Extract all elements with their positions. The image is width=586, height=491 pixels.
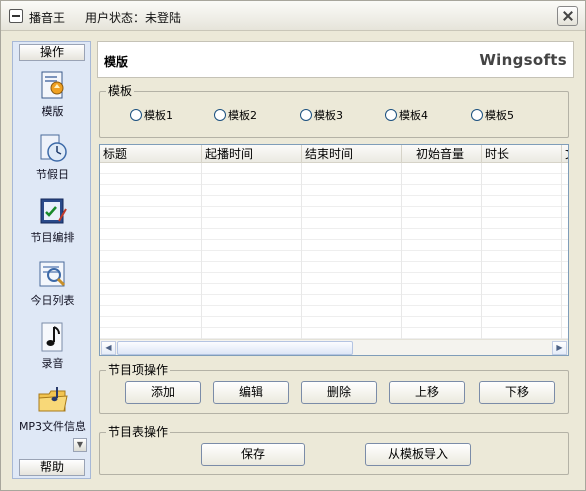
radio-label: 模板1: [144, 109, 173, 122]
column-divider: [201, 163, 202, 339]
holiday-clock-icon: [40, 134, 67, 162]
sidebar-item-template[interactable]: 模版: [13, 69, 92, 129]
horizontal-scrollbar[interactable]: ◀ ▶: [100, 339, 568, 355]
operations-header-button[interactable]: 操作: [19, 44, 85, 61]
sidebar-item-label: 节假日: [36, 168, 69, 181]
table-body[interactable]: [100, 163, 568, 339]
sidebar-item-mp3-info[interactable]: MP3文件信息: [13, 384, 92, 444]
move-down-button[interactable]: 下移: [479, 381, 555, 404]
column-divider: [401, 163, 402, 339]
schedule-edit-icon: [40, 198, 67, 224]
title-bar[interactable]: 播音王 用户状态：未登陆: [1, 1, 585, 31]
radio-icon: [130, 109, 142, 121]
group-title: 模板: [106, 84, 135, 98]
edit-button[interactable]: 编辑: [213, 381, 289, 404]
template-icon: [41, 71, 64, 99]
sidebar-item-label: 节目编排: [30, 231, 75, 244]
move-up-button[interactable]: 上移: [389, 381, 465, 404]
sidebar-item-label: 今日列表: [30, 294, 75, 307]
save-button[interactable]: 保存: [201, 443, 305, 466]
app-title: 播音王: [29, 11, 66, 25]
radio-icon: [471, 109, 483, 121]
user-status: 用户状态：未登陆: [85, 11, 182, 25]
column-header-initial-volume[interactable]: 初始音量: [402, 145, 482, 163]
scroll-right-icon[interactable]: ▶: [552, 341, 567, 355]
column-divider: [301, 163, 302, 339]
column-divider: [481, 163, 482, 339]
column-header-file[interactable]: 文: [562, 145, 568, 163]
add-button[interactable]: 添加: [125, 381, 201, 404]
template-radio-5[interactable]: 模板5: [471, 109, 514, 123]
sidebar-item-holiday[interactable]: 节假日: [13, 132, 92, 192]
column-header-end-time[interactable]: 结束时间: [302, 145, 402, 163]
list-operations-group: 节目表操作 保存 从模板导入: [99, 425, 569, 475]
sidebar-item-record[interactable]: 录音: [13, 321, 92, 381]
sidebar-item-label: MP3文件信息: [18, 420, 87, 433]
table-header: 标题 起播时间 结束时间 初始音量 时长 文: [100, 145, 568, 163]
brand-logo: Wingsofts: [479, 51, 567, 69]
program-table[interactable]: 标题 起播时间 结束时间 初始音量 时长 文 ◀ ▶: [99, 144, 569, 356]
radio-icon: [385, 109, 397, 121]
delete-button[interactable]: 删除: [301, 381, 377, 404]
template-radio-2[interactable]: 模板2: [214, 109, 257, 123]
radio-label: 模板2: [228, 109, 257, 122]
help-header-button[interactable]: 帮助: [19, 459, 85, 476]
main-window: 播音王 用户状态：未登陆 操作 模版 节假日 节目编排 今日列表 录音 MP3文…: [0, 0, 586, 491]
group-title: 节目表操作: [106, 425, 171, 439]
scroll-left-icon[interactable]: ◀: [101, 341, 116, 355]
template-radio-4[interactable]: 模板4: [385, 109, 428, 123]
group-title: 节目项操作: [106, 363, 171, 377]
radio-label: 模板4: [399, 109, 428, 122]
sidebar-item-label: 录音: [41, 357, 64, 370]
column-header-title[interactable]: 标题: [100, 145, 202, 163]
sidebar: 操作 模版 节假日 节目编排 今日列表 录音 MP3文件信息 ▼ 帮助: [12, 41, 91, 479]
radio-label: 模板5: [485, 109, 514, 122]
item-operations-group: 节目项操作 添加 编辑 删除 上移 下移: [99, 363, 569, 414]
column-divider: [561, 163, 562, 339]
sidebar-scroll-down-icon[interactable]: ▼: [73, 438, 87, 452]
template-group: 模板 模板1 模板2 模板3 模板4 模板5: [99, 84, 569, 138]
import-from-template-button[interactable]: 从模板导入: [365, 443, 471, 466]
today-list-icon: [39, 261, 66, 287]
sidebar-item-today-list[interactable]: 今日列表: [13, 258, 92, 318]
sidebar-item-label: 模版: [41, 105, 64, 118]
folder-music-icon: [38, 387, 68, 412]
page-title: 模版: [104, 55, 129, 69]
music-note-icon: [41, 322, 63, 352]
template-radio-3[interactable]: 模板3: [300, 109, 343, 123]
template-radio-1[interactable]: 模板1: [130, 109, 173, 123]
column-header-duration[interactable]: 时长: [482, 145, 562, 163]
sidebar-item-schedule[interactable]: 节目编排: [13, 195, 92, 255]
radio-label: 模板3: [314, 109, 343, 122]
radio-icon: [214, 109, 226, 121]
scrollbar-thumb[interactable]: [117, 341, 353, 355]
system-menu-icon[interactable]: [9, 9, 23, 23]
column-header-start-time[interactable]: 起播时间: [202, 145, 302, 163]
content-header: 模版 Wingsofts: [97, 41, 574, 78]
close-button[interactable]: [557, 6, 578, 26]
radio-icon: [300, 109, 312, 121]
